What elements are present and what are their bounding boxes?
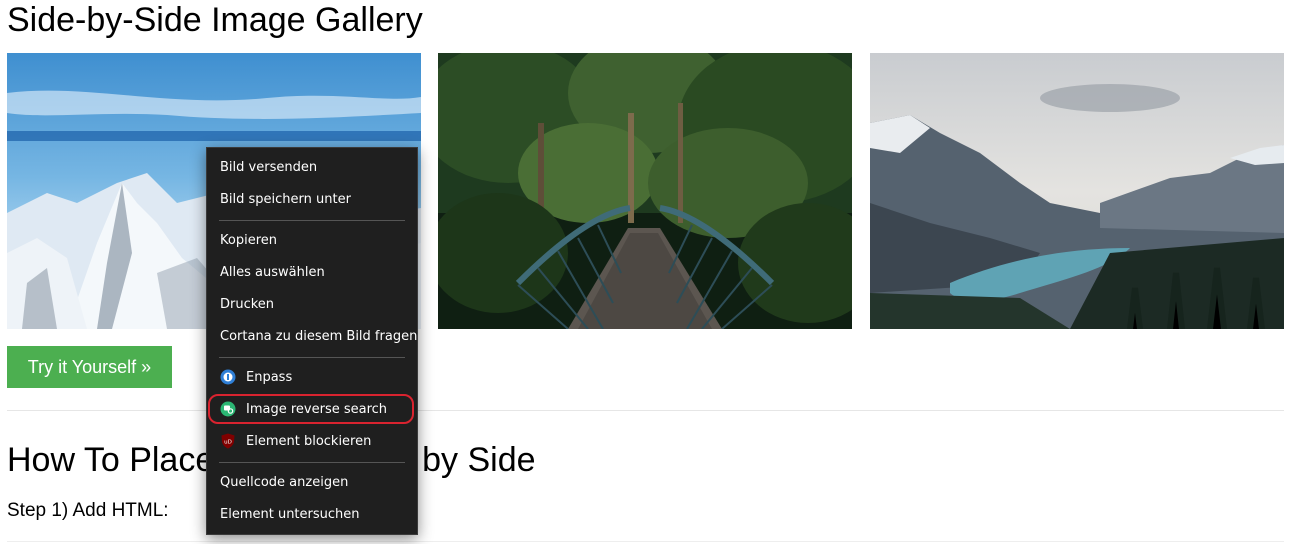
menu-item-label: Bild versenden [220,159,318,175]
context-menu: Bild versenden Bild speichern unter Kopi… [206,147,418,535]
menu-item-send-image[interactable]: Bild versenden [208,153,416,181]
menu-item-ask-cortana[interactable]: Cortana zu diesem Bild fragen [208,322,418,350]
lake-image[interactable] [870,53,1284,329]
try-it-yourself-button[interactable]: Try it Yourself » [7,346,172,388]
ublock-icon-text: uD [224,440,232,446]
page-title: Side-by-Side Image Gallery [7,1,423,39]
menu-item-label: Cortana zu diesem Bild fragen [220,328,418,344]
menu-item-enpass[interactable]: Enpass [208,363,416,391]
menu-item-label: Enpass [246,369,293,385]
menu-separator [219,462,405,463]
divider [7,541,1284,542]
highlight-outline [208,394,414,424]
menu-item-view-source[interactable]: Quellcode anzeigen [208,468,416,496]
menu-item-label: Kopieren [220,232,277,248]
menu-item-label: Element blockieren [246,433,372,449]
menu-item-select-all[interactable]: Alles auswählen [208,258,416,286]
menu-separator [219,357,405,358]
menu-item-copy[interactable]: Kopieren [208,226,416,254]
menu-item-label: Alles auswählen [220,264,325,280]
menu-item-print[interactable]: Drucken [208,290,416,318]
step-text: Step 1) Add HTML: [7,500,169,521]
menu-item-save-image-as[interactable]: Bild speichern unter [208,185,416,213]
menu-item-block-element[interactable]: uD Element blockieren [208,427,416,455]
menu-separator [219,220,405,221]
menu-item-label: Drucken [220,296,275,312]
enpass-icon [220,369,236,385]
menu-item-label: Element untersuchen [220,506,360,522]
ublock-icon: uD [220,433,236,449]
menu-item-label: Bild speichern unter [220,191,351,207]
bridge-image[interactable] [438,53,852,329]
divider [7,410,1284,411]
menu-item-label: Quellcode anzeigen [220,474,349,490]
menu-item-inspect-element[interactable]: Element untersuchen [208,500,416,528]
